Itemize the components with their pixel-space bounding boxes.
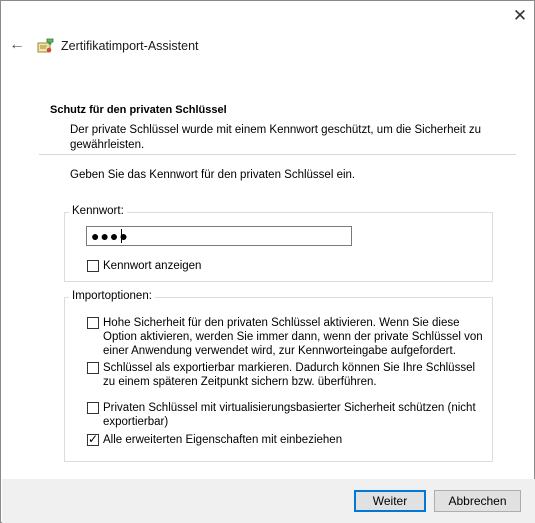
- import-options-label: Importoptionen:: [69, 290, 155, 302]
- text-caret: [121, 229, 122, 243]
- cancel-button[interactable]: Abbrechen: [434, 490, 521, 512]
- section-description: Der private Schlüssel wurde mit einem Ke…: [70, 124, 481, 151]
- exportable-label[interactable]: Schlüssel als exportierbar markieren. Da…: [103, 361, 483, 389]
- high-security-checkbox[interactable]: [87, 317, 99, 329]
- password-group-label: Kennwort:: [69, 205, 127, 217]
- exportable-checkbox[interactable]: [87, 362, 99, 374]
- extended-properties-checkbox[interactable]: [87, 432, 99, 446]
- back-arrow-icon[interactable]: ←: [8, 36, 26, 54]
- password-prompt: Geben Sie das Kennwort für den privaten …: [70, 169, 356, 181]
- vbs-protect-label[interactable]: Privaten Schlüssel mit virtualisierungsb…: [103, 401, 483, 429]
- extended-properties-label[interactable]: Alle erweiterten Eigenschaften mit einbe…: [103, 433, 342, 447]
- password-input[interactable]: ●●●●: [86, 226, 352, 246]
- next-button[interactable]: Weiter: [354, 490, 426, 512]
- header-divider: [39, 154, 516, 155]
- certificate-wizard-icon: [37, 38, 54, 53]
- window-title: Zertifikatimport-Assistent: [61, 39, 199, 53]
- show-password-checkbox[interactable]: [87, 260, 99, 272]
- password-mask: ●●●●: [91, 228, 129, 244]
- section-heading: Schutz für den privaten Schlüssel: [50, 104, 227, 116]
- vbs-protect-checkbox[interactable]: [87, 402, 99, 414]
- close-icon[interactable]: ✕: [509, 5, 531, 27]
- high-security-label[interactable]: Hohe Sicherheit für den privaten Schlüss…: [103, 316, 483, 358]
- dialog-window: ✕ ← Zertifikatimport-Assistent Schutz fü…: [0, 0, 535, 523]
- show-password-label[interactable]: Kennwort anzeigen: [103, 259, 201, 273]
